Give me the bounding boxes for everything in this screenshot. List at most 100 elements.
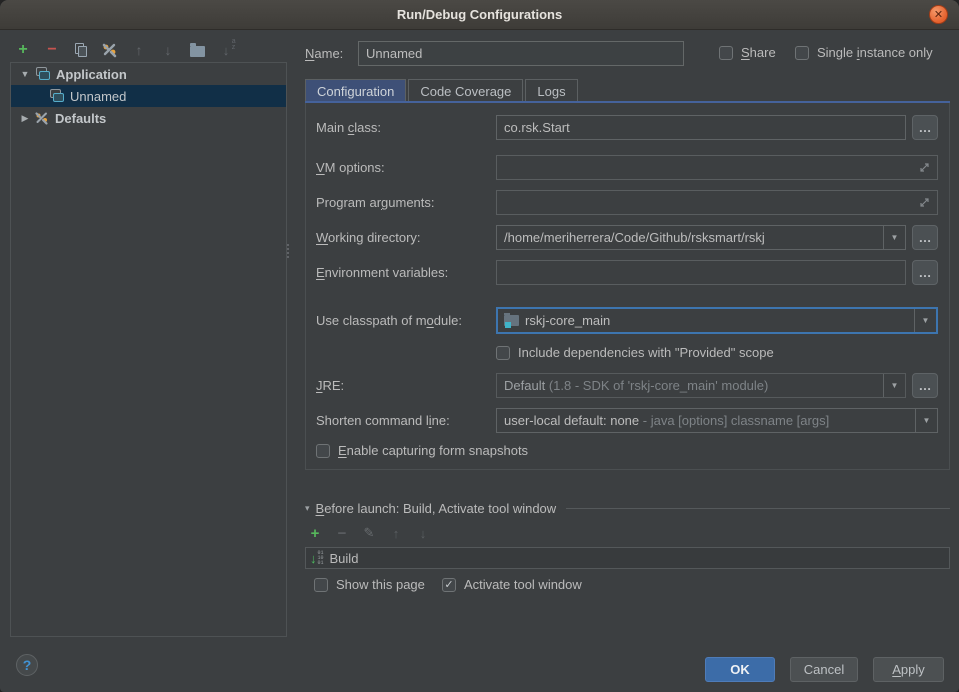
panel-splitter[interactable] bbox=[285, 244, 290, 266]
tree-item-label: Application bbox=[56, 67, 127, 82]
edit-task-icon[interactable]: ✎ bbox=[361, 524, 377, 542]
move-task-down-icon[interactable]: ↓ bbox=[415, 524, 431, 542]
tab-bar: Configuration Code Coverage Logs bbox=[305, 79, 578, 102]
dropdown-arrow-icon[interactable]: ▼ bbox=[914, 309, 936, 332]
working-directory-label: Working directory: bbox=[316, 230, 421, 245]
activate-tool-window-row[interactable]: ✓ Activate tool window bbox=[442, 577, 582, 592]
defaults-wrench-icon bbox=[34, 110, 50, 126]
tree-item-label: Defaults bbox=[55, 111, 106, 126]
create-folder-icon[interactable] bbox=[186, 39, 208, 61]
jre-value: Default (1.8 - SDK of 'rskj-core_main' m… bbox=[504, 378, 883, 393]
main-class-field[interactable]: co.rsk.Start bbox=[496, 115, 906, 140]
copy-configuration-icon[interactable] bbox=[70, 39, 92, 61]
share-checkbox-row[interactable]: Share bbox=[719, 45, 776, 60]
activate-tool-window-checkbox[interactable]: ✓ bbox=[442, 578, 456, 592]
add-configuration-icon[interactable]: + bbox=[12, 39, 34, 61]
cancel-button[interactable]: Cancel bbox=[790, 657, 858, 682]
task-label: Build bbox=[330, 551, 359, 566]
tree-collapsed-icon[interactable]: ▶ bbox=[19, 113, 31, 124]
shorten-command-line-combo[interactable]: user-local default: none - java [options… bbox=[496, 408, 938, 433]
tab-logs[interactable]: Logs bbox=[525, 79, 577, 102]
application-type-icon bbox=[35, 67, 51, 81]
jre-label: JRE: bbox=[316, 378, 344, 393]
single-instance-checkbox[interactable] bbox=[795, 46, 809, 60]
ok-button[interactable]: OK bbox=[705, 657, 775, 682]
environment-variables-label: Environment variables: bbox=[316, 265, 448, 280]
title-bar: Run/Debug Configurations ✕ bbox=[0, 0, 959, 30]
sort-configurations-icon[interactable]: ↓a z bbox=[215, 39, 237, 61]
configurations-tree: ▼ Application Unnamed ▶ Defaults bbox=[10, 62, 287, 637]
show-this-page-checkbox[interactable] bbox=[314, 578, 328, 592]
single-instance-checkbox-row[interactable]: Single instance only bbox=[795, 45, 933, 60]
main-class-browse-button[interactable]: … bbox=[912, 115, 938, 140]
environment-variables-browse-button[interactable]: … bbox=[912, 260, 938, 285]
module-icon bbox=[504, 315, 519, 327]
shorten-command-line-label: Shorten command line: bbox=[316, 413, 450, 428]
before-launch-title: Before launch: Build, Activate tool wind… bbox=[316, 501, 557, 516]
main-class-value: co.rsk.Start bbox=[504, 120, 570, 135]
expand-field-icon[interactable] bbox=[919, 162, 930, 173]
section-divider bbox=[566, 508, 950, 509]
jre-combo[interactable]: Default (1.8 - SDK of 'rskj-core_main' m… bbox=[496, 373, 906, 398]
help-button[interactable]: ? bbox=[16, 654, 38, 676]
move-task-up-icon[interactable]: ↑ bbox=[388, 524, 404, 542]
apply-button[interactable]: Apply bbox=[873, 657, 944, 682]
enable-capturing-checkbox[interactable] bbox=[316, 444, 330, 458]
use-classpath-combo[interactable]: rskj-core_main ▼ bbox=[496, 307, 938, 334]
run-debug-configurations-dialog: Run/Debug Configurations ✕ + − ↑ ↓ ↓a z … bbox=[0, 0, 959, 692]
window-title: Run/Debug Configurations bbox=[397, 7, 562, 22]
jre-browse-button[interactable]: … bbox=[912, 373, 938, 398]
activate-tool-window-label: Activate tool window bbox=[464, 577, 582, 592]
add-task-icon[interactable]: + bbox=[307, 524, 323, 542]
configurations-toolbar: + − ↑ ↓ ↓a z bbox=[12, 38, 237, 62]
application-type-icon bbox=[49, 89, 65, 103]
working-directory-browse-button[interactable]: … bbox=[912, 225, 938, 250]
tree-expanded-icon[interactable]: ▼ bbox=[19, 69, 31, 79]
vm-options-label: VM options: bbox=[316, 160, 385, 175]
working-directory-value: /home/meriherrera/Code/Github/rsksmart/r… bbox=[504, 230, 883, 245]
before-launch-task-build[interactable]: ↓ 011001 Build bbox=[305, 547, 950, 569]
move-down-icon[interactable]: ↓ bbox=[157, 39, 179, 61]
close-icon[interactable]: ✕ bbox=[929, 5, 948, 24]
show-this-page-label: Show this page bbox=[336, 577, 425, 592]
tree-item-application[interactable]: ▼ Application bbox=[11, 63, 286, 85]
build-digits: 011001 bbox=[318, 551, 324, 566]
expand-field-icon[interactable] bbox=[919, 197, 930, 208]
include-dependencies-row[interactable]: Include dependencies with "Provided" sco… bbox=[496, 345, 774, 360]
use-classpath-value: rskj-core_main bbox=[525, 313, 914, 328]
tree-item-unnamed[interactable]: Unnamed bbox=[11, 85, 286, 107]
program-arguments-field[interactable] bbox=[496, 190, 938, 215]
tab-configuration[interactable]: Configuration bbox=[305, 79, 406, 102]
dropdown-arrow-icon[interactable]: ▼ bbox=[883, 374, 905, 397]
name-input[interactable] bbox=[358, 41, 684, 66]
remove-task-icon[interactable]: − bbox=[334, 524, 350, 542]
show-this-page-row[interactable]: Show this page bbox=[314, 577, 425, 592]
remove-configuration-icon[interactable]: − bbox=[41, 39, 63, 61]
wrench-icon bbox=[101, 41, 119, 59]
section-collapse-icon[interactable]: ▾ bbox=[305, 503, 310, 514]
tree-item-defaults[interactable]: ▶ Defaults bbox=[11, 107, 286, 129]
move-up-icon[interactable]: ↑ bbox=[128, 39, 150, 61]
before-launch-section-header: ▾ Before launch: Build, Activate tool wi… bbox=[305, 501, 950, 516]
copy-icon bbox=[75, 43, 88, 58]
dropdown-arrow-icon[interactable]: ▼ bbox=[883, 226, 905, 249]
shorten-command-line-value: user-local default: none - java [options… bbox=[504, 413, 915, 428]
include-dependencies-label: Include dependencies with "Provided" sco… bbox=[518, 345, 774, 360]
before-launch-toolbar: + − ✎ ↑ ↓ bbox=[307, 524, 431, 542]
main-class-label: Main class: bbox=[316, 120, 381, 135]
share-checkbox[interactable] bbox=[719, 46, 733, 60]
enable-capturing-row[interactable]: Enable capturing form snapshots bbox=[316, 443, 528, 458]
tree-item-label: Unnamed bbox=[70, 89, 126, 104]
working-directory-combo[interactable]: /home/meriherrera/Code/Github/rsksmart/r… bbox=[496, 225, 906, 250]
tab-code-coverage[interactable]: Code Coverage bbox=[408, 79, 523, 102]
share-label: Share bbox=[741, 45, 776, 60]
single-instance-label: Single instance only bbox=[817, 45, 933, 60]
build-icon: ↓ 011001 bbox=[310, 551, 324, 566]
program-arguments-label: Program arguments: bbox=[316, 195, 435, 210]
vm-options-field[interactable] bbox=[496, 155, 938, 180]
dropdown-arrow-icon[interactable]: ▼ bbox=[915, 409, 937, 432]
use-classpath-label: Use classpath of module: bbox=[316, 313, 462, 328]
edit-defaults-icon[interactable] bbox=[99, 39, 121, 61]
include-dependencies-checkbox[interactable] bbox=[496, 346, 510, 360]
environment-variables-field[interactable] bbox=[496, 260, 906, 285]
